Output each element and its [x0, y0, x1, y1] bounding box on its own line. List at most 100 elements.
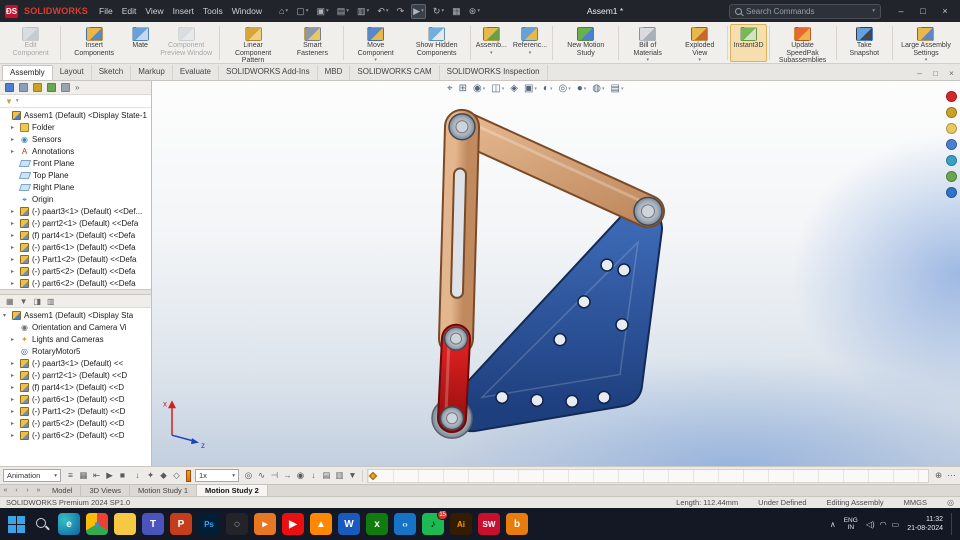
tab-layout[interactable]: Layout: [53, 65, 92, 80]
autokey-icon[interactable]: ◆: [158, 470, 169, 481]
doc-minimize-button[interactable]: –: [913, 69, 926, 78]
add-key-icon[interactable]: ◇: [171, 470, 182, 481]
taskbar-app-photoshop[interactable]: Ps: [198, 513, 220, 535]
save-animation-icon[interactable]: ↓: [132, 470, 143, 481]
menu-window[interactable]: Window: [232, 6, 262, 16]
taskbar-app-vlc[interactable]: ▲: [310, 513, 332, 535]
rebuild-icon[interactable]: ↻ ▾: [432, 5, 445, 18]
ribbon-update-speedpak-subassemblies[interactable]: Update SpeedPak Subassemblies: [772, 24, 834, 63]
zoom-area-icon[interactable]: ⊞: [459, 83, 467, 94]
calculate-icon[interactable]: ▦: [78, 470, 89, 481]
tree-item[interactable]: ▸ (-) part6<1> (Default) <<Defa: [0, 241, 151, 253]
tree-item[interactable]: ▸ (-) part6<2> (Default) <<Defa: [0, 277, 151, 289]
doc-tab-motion-study-2[interactable]: Motion Study 2: [197, 485, 268, 496]
doc-tab-model[interactable]: Model: [44, 485, 82, 496]
tree-item[interactable]: ◉ Orientation and Camera Vi: [0, 321, 151, 333]
tab-nav-icon-3[interactable]: »: [33, 485, 44, 496]
tree-item[interactable]: ▸ (-) parrt2<1> (Default) <<D: [0, 369, 151, 381]
view-palette-icon[interactable]: [946, 139, 957, 150]
mm-filter-driving-icon[interactable]: ◨: [33, 297, 41, 306]
tree-item[interactable]: Front Plane: [0, 157, 151, 169]
tab-solidworks-add-ins[interactable]: SOLIDWORKS Add-Ins: [219, 65, 318, 80]
motionmanager-toggle-icon[interactable]: ≡: [65, 470, 76, 481]
play-from-start-icon[interactable]: ⇤: [91, 470, 102, 481]
timeline-options-icon[interactable]: ⋯: [946, 470, 957, 481]
mm-filter-animated-icon[interactable]: ▼: [20, 297, 28, 306]
units-icon[interactable]: ◎: [947, 498, 954, 507]
undo-icon[interactable]: ↶ ▾: [376, 5, 389, 18]
damper-icon[interactable]: ⊣: [269, 470, 280, 481]
forum-icon[interactable]: [946, 187, 957, 198]
tab-mbd[interactable]: MBD: [318, 65, 351, 80]
taskbar-app-edge[interactable]: e: [58, 513, 80, 535]
tree-item[interactable]: ▸ (-) part6<2> (Default) <<D: [0, 429, 151, 441]
model-part-tan-link-diagonal[interactable]: [445, 109, 665, 229]
view-orientation-icon[interactable]: ▣ ▾: [524, 83, 537, 94]
play-icon[interactable]: ▶: [104, 470, 115, 481]
tab-solidworks-inspection[interactable]: SOLIDWORKS Inspection: [440, 65, 548, 80]
taskbar-app-vscode[interactable]: ‹›: [394, 513, 416, 535]
ribbon-referenc[interactable]: Referenc... ▾: [510, 24, 550, 62]
doc-close-button[interactable]: ×: [945, 69, 958, 78]
options-icon[interactable]: ⊛ ▾: [468, 5, 481, 18]
redo-icon[interactable]: ↷: [396, 5, 406, 18]
taskbar-app-file-explorer[interactable]: [114, 513, 136, 535]
mm-filter-all-icon[interactable]: ▦: [6, 297, 14, 306]
tree-item[interactable]: ▸ A Annotations: [0, 145, 151, 157]
search-caret-icon[interactable]: ▾: [872, 8, 875, 14]
featuremanager-filter-row[interactable]: ▼ ▾: [0, 95, 151, 108]
contact-icon[interactable]: ◉: [295, 470, 306, 481]
display-style-icon[interactable]: ◐ ▾: [543, 83, 553, 94]
design-library-icon[interactable]: [946, 107, 957, 118]
tab-sketch[interactable]: Sketch: [92, 65, 132, 80]
ribbon-bill-of-materials[interactable]: Bill of Materials ▾: [621, 24, 674, 63]
animation-wizard-icon[interactable]: ✦: [145, 470, 156, 481]
ribbon-new-motion-study[interactable]: New Motion Study: [555, 24, 616, 62]
timeline-key-icon[interactable]: [368, 471, 378, 480]
spring-icon[interactable]: ∿: [256, 470, 267, 481]
filters-icon[interactable]: ▼: [347, 470, 358, 481]
tab-nav-icon-0[interactable]: «: [0, 485, 11, 496]
language-indicator[interactable]: ENG IN: [844, 517, 858, 532]
taskbar-app-solidworks[interactable]: SW: [478, 513, 500, 535]
results-icon[interactable]: ▤: [321, 470, 332, 481]
taskbar-app-obs[interactable]: ◌: [226, 513, 248, 535]
tab-evaluate[interactable]: Evaluate: [173, 65, 220, 80]
tab-nav-icon-2[interactable]: ›: [22, 485, 33, 496]
menu-view[interactable]: View: [145, 6, 163, 16]
chart-icon[interactable]: ▥: [334, 470, 345, 481]
tree-item[interactable]: ▸ (-) paart3<1> (Default) <<: [0, 357, 151, 369]
taskbar-app-blender[interactable]: b: [506, 513, 528, 535]
select-icon[interactable]: ▶ ▾: [411, 3, 426, 19]
tab-markup[interactable]: Markup: [131, 65, 173, 80]
minimize-button[interactable]: –: [891, 3, 911, 19]
displaymanager-icon[interactable]: [61, 83, 70, 92]
ribbon-linear-component-pattern[interactable]: Linear Component Pattern▾: [222, 24, 284, 63]
tree-item[interactable]: Assem1 (Default) <Display State-1: [0, 109, 151, 121]
tree-item[interactable]: ▸ (f) part4<1> (Default) <<Defa: [0, 229, 151, 241]
tab-assembly[interactable]: Assembly: [2, 65, 53, 80]
tree-item[interactable]: ◎ RotaryMotor5: [0, 345, 151, 357]
home-icon[interactable]: ⌂ ▾: [278, 5, 289, 17]
taskbar-app-xbox[interactable]: x: [366, 513, 388, 535]
tree-item[interactable]: ▸ (-) part5<2> (Default) <<D: [0, 417, 151, 429]
file-properties-icon[interactable]: ▦: [451, 5, 462, 18]
tab-solidworks-cam[interactable]: SOLIDWORKS CAM: [350, 65, 440, 80]
taskbar-app-illustrator[interactable]: Ai: [450, 513, 472, 535]
zoom-fit-icon[interactable]: ⌖: [447, 83, 453, 94]
network-icon[interactable]: ◠: [880, 520, 887, 529]
dynamic-annotation-icon[interactable]: ◈: [510, 83, 518, 94]
tab-nav-icon-1[interactable]: ‹: [11, 485, 22, 496]
battery-icon[interactable]: ▭: [892, 520, 900, 529]
ribbon-component-preview-window[interactable]: Component Preview Window: [155, 24, 217, 62]
taskbar-app-powerpoint[interactable]: P: [170, 513, 192, 535]
ribbon-mate[interactable]: Mate: [125, 24, 155, 62]
gravity-icon[interactable]: ↓: [308, 470, 319, 481]
tree-item[interactable]: ▸ (f) part4<1> (Default) <<D: [0, 381, 151, 393]
open-icon[interactable]: ▣ ▾: [315, 5, 329, 18]
file-explorer-icon[interactable]: [946, 123, 957, 134]
ribbon-move-component[interactable]: Move Component ▾: [346, 24, 406, 63]
study-type-select[interactable]: Animation ▾: [3, 469, 61, 482]
dimxpertmanager-icon[interactable]: [47, 83, 56, 92]
model-part-blue-plate[interactable]: [449, 205, 663, 433]
